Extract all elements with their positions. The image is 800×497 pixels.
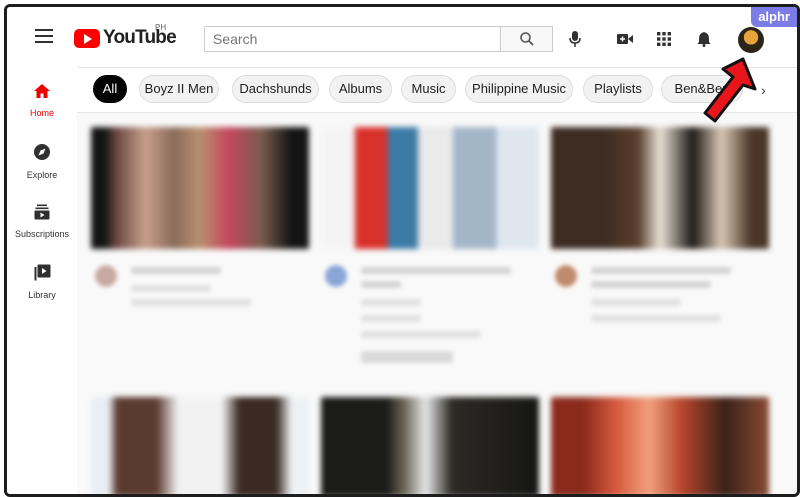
video-meta (591, 315, 721, 322)
channel-name (131, 285, 211, 292)
subscriptions-icon (34, 204, 50, 220)
video-title-line2 (591, 281, 711, 288)
top-bar: YouTube PH (7, 7, 797, 67)
search-button[interactable] (501, 26, 553, 52)
search-input[interactable] (204, 26, 501, 52)
annotation-arrow-icon (703, 57, 757, 123)
chip-music[interactable]: Music (401, 75, 456, 103)
sidebar-item-label: Home (29, 108, 54, 118)
library-icon (34, 264, 50, 281)
account-avatar[interactable] (738, 27, 764, 53)
youtube-logo[interactable]: YouTube PH (74, 23, 177, 49)
sidebar-item-subscriptions[interactable]: Subscriptions (7, 204, 77, 239)
search-icon (519, 32, 534, 46)
video-thumbnail[interactable] (91, 397, 309, 494)
compass-icon (34, 144, 50, 160)
menu-icon[interactable] (35, 29, 53, 43)
channel-avatar[interactable] (555, 265, 577, 287)
chip-all[interactable]: All (93, 75, 127, 103)
video-thumbnail[interactable] (321, 397, 539, 494)
channel-avatar[interactable] (95, 265, 117, 287)
apps-grid-icon[interactable] (654, 29, 674, 49)
chip-albums[interactable]: Albums (329, 75, 392, 103)
logo-region: PH (155, 23, 167, 32)
video-meta (361, 331, 481, 338)
video-title (361, 267, 511, 274)
browser-frame: YouTube PH Search alphr Home Explore Sub… (4, 4, 800, 497)
channel-name (591, 299, 681, 306)
video-meta (361, 315, 421, 322)
create-video-icon[interactable] (615, 29, 635, 49)
microphone-icon[interactable] (565, 29, 585, 49)
sidebar-item-label: Library (28, 290, 56, 300)
new-badge (361, 351, 453, 363)
filter-chips-bar: All Boyz II Men Dachshunds Albums Music … (77, 67, 797, 113)
sidebar-item-label: Subscriptions (14, 229, 70, 239)
channel-avatar[interactable] (325, 265, 347, 287)
video-title (591, 267, 731, 274)
video-thumbnail[interactable] (551, 127, 769, 249)
channel-name (361, 299, 421, 306)
video-thumbnail[interactable] (321, 127, 539, 249)
home-icon (34, 84, 50, 98)
sidebar-item-explore[interactable]: Explore (7, 143, 77, 180)
notifications-bell-icon[interactable] (694, 29, 714, 49)
video-title (131, 267, 221, 274)
chip-boyz-ii-men[interactable]: Boyz II Men (139, 75, 219, 103)
sidebar: Home Explore Subscriptions Library (7, 67, 77, 494)
video-thumbnail[interactable] (91, 127, 309, 249)
chip-dachshunds[interactable]: Dachshunds (232, 75, 319, 103)
chip-philippine-music[interactable]: Philippine Music (465, 75, 573, 103)
sidebar-item-library[interactable]: Library (7, 264, 77, 300)
youtube-play-icon (74, 28, 100, 48)
chevron-right-icon[interactable]: › (761, 82, 766, 98)
watermark-logo: alphr (751, 7, 797, 27)
sidebar-item-home[interactable]: Home (7, 83, 77, 118)
chip-playlists[interactable]: Playlists (583, 75, 653, 103)
video-thumbnail[interactable] (551, 397, 769, 494)
video-meta (131, 299, 251, 306)
sidebar-item-label: Explore (26, 170, 58, 180)
video-title-line2 (361, 281, 401, 288)
